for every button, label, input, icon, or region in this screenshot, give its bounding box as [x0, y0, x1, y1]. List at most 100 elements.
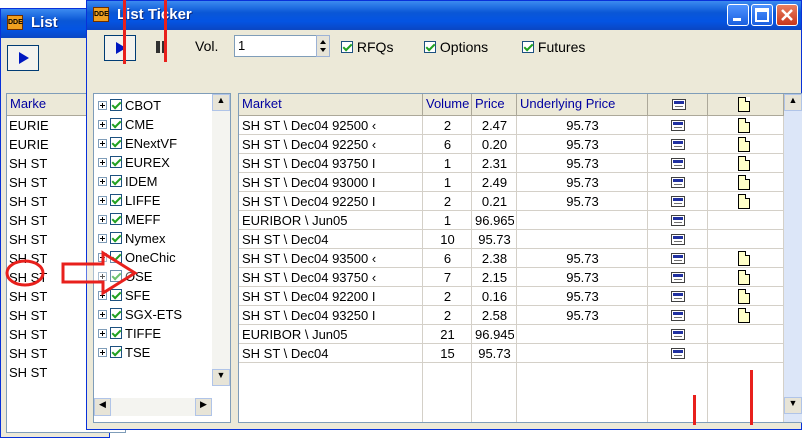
maximize-button[interactable]: [751, 4, 773, 26]
checkbox-checked[interactable]: [110, 327, 122, 339]
table-row[interactable]: SH ST \ Dec04 10 95.73: [239, 230, 784, 249]
tree-item[interactable]: CME: [98, 117, 154, 136]
table-row[interactable]: SH ST \ Dec04 93500 ‹ 6 2.38 95.73: [239, 249, 784, 268]
vol-spinner[interactable]: [316, 35, 330, 57]
checkbox-checked[interactable]: [424, 41, 436, 53]
market-card-icon[interactable]: [671, 310, 685, 321]
market-card-icon[interactable]: [671, 177, 685, 188]
pause-icon: [156, 41, 166, 53]
rfqs-label: RFQs: [356, 39, 394, 55]
checkbox-checked[interactable]: [110, 213, 122, 225]
tree-item[interactable]: EUREX: [98, 155, 170, 174]
checkbox-checked[interactable]: [341, 41, 353, 53]
play-button[interactable]: [104, 35, 136, 61]
document-icon[interactable]: [738, 156, 750, 171]
market-card-icon[interactable]: [671, 158, 685, 169]
checkbox-checked[interactable]: [110, 137, 122, 149]
futures-checkbox[interactable]: Futures: [522, 39, 585, 55]
table-row[interactable]: SH ST \ Dec04 93000 I 1 2.49 95.73: [239, 173, 784, 192]
market-card-icon[interactable]: [671, 215, 685, 226]
checkbox-checked[interactable]: [110, 346, 122, 358]
table-row[interactable]: SH ST \ Dec04 92250 I 2 0.21 95.73: [239, 192, 784, 211]
table-row[interactable]: SH ST \ Dec04 93250 I 2 2.58 95.73: [239, 306, 784, 325]
main-titlebar[interactable]: DDE List Ticker: [87, 1, 801, 30]
close-button[interactable]: [776, 4, 798, 26]
document-icon[interactable]: [738, 137, 750, 152]
market-card-icon[interactable]: [671, 120, 685, 131]
checkbox-checked[interactable]: [110, 118, 122, 130]
market-card-icon[interactable]: [671, 253, 685, 264]
column-header-market[interactable]: Market: [239, 94, 423, 116]
scroll-right-button[interactable]: ▶: [195, 398, 212, 416]
tree-item[interactable]: IDEM: [98, 174, 158, 193]
market-card-icon[interactable]: [671, 291, 685, 302]
checkbox-checked[interactable]: [110, 194, 122, 206]
column-header-price[interactable]: Price: [472, 94, 517, 116]
tree-item[interactable]: MEFF: [98, 212, 160, 231]
tree-item[interactable]: ENextVF: [98, 136, 177, 155]
market-card-icon[interactable]: [671, 348, 685, 359]
checkbox-checked[interactable]: [110, 156, 122, 168]
market-card-icon[interactable]: [671, 139, 685, 150]
checkbox-checked[interactable]: [110, 99, 122, 111]
tree-item[interactable]: TIFFE: [98, 326, 161, 345]
column-header-volume[interactable]: Volume: [423, 94, 472, 116]
expand-icon[interactable]: [98, 196, 107, 205]
document-icon[interactable]: [738, 289, 750, 304]
document-icon[interactable]: [738, 270, 750, 285]
scroll-up-button[interactable]: ▲: [784, 94, 802, 111]
pause-button[interactable]: [147, 35, 179, 61]
options-checkbox[interactable]: Options: [424, 39, 488, 55]
document-icon[interactable]: [738, 308, 750, 323]
checkbox-checked[interactable]: [110, 308, 122, 320]
checkbox-checked[interactable]: [522, 41, 534, 53]
table-row[interactable]: SH ST \ Dec04 92500 ‹ 2 2.47 95.73: [239, 116, 784, 135]
market-card-icon[interactable]: [671, 329, 685, 340]
market-card-icon[interactable]: [671, 272, 685, 283]
cell-volume: 21: [440, 327, 455, 342]
tree-horizontal-scrollbar[interactable]: ◀ ▶: [94, 398, 212, 416]
tree-item[interactable]: LIFFE: [98, 193, 160, 212]
rfqs-checkbox[interactable]: RFQs: [341, 39, 393, 55]
expand-icon[interactable]: [98, 348, 107, 357]
document-icon[interactable]: [738, 175, 750, 190]
grid-vertical-scrollbar[interactable]: ▲ ▼: [784, 94, 802, 422]
column-header-card[interactable]: [648, 94, 708, 116]
tree-item[interactable]: SGX-ETS: [98, 307, 182, 326]
expand-icon[interactable]: [98, 158, 107, 167]
expand-icon[interactable]: [98, 101, 107, 110]
expand-icon[interactable]: [98, 329, 107, 338]
expand-icon[interactable]: [98, 215, 107, 224]
scroll-left-button[interactable]: ◀: [94, 398, 111, 416]
tree-vertical-scrollbar[interactable]: ▲ ▼: [212, 94, 230, 386]
scroll-down-button[interactable]: ▼: [212, 369, 230, 386]
market-card-icon[interactable]: [671, 196, 685, 207]
document-icon[interactable]: [738, 251, 750, 266]
vol-input[interactable]: 1: [234, 35, 318, 57]
scroll-down-button[interactable]: ▼: [784, 397, 802, 414]
tree-item[interactable]: TSE: [98, 345, 150, 364]
expand-icon[interactable]: [98, 234, 107, 243]
tree-item[interactable]: CBOT: [98, 98, 161, 117]
expand-icon[interactable]: [98, 177, 107, 186]
minimize-button[interactable]: [727, 4, 749, 26]
table-row[interactable]: SH ST \ Dec04 92250 ‹ 6 0.20 95.73: [239, 135, 784, 154]
checkbox-checked[interactable]: [110, 175, 122, 187]
scroll-up-button[interactable]: ▲: [212, 94, 230, 111]
table-row[interactable]: EURIBOR \ Jun05 21 96.945: [239, 325, 784, 344]
column-header-doc[interactable]: [708, 94, 784, 116]
document-icon[interactable]: [738, 194, 750, 209]
table-row[interactable]: SH ST \ Dec04 15 95.73: [239, 344, 784, 363]
document-icon[interactable]: [738, 118, 750, 133]
checkbox-checked[interactable]: [110, 232, 122, 244]
expand-icon[interactable]: [98, 120, 107, 129]
table-row[interactable]: SH ST \ Dec04 93750 I 1 2.31 95.73: [239, 154, 784, 173]
market-card-icon[interactable]: [671, 234, 685, 245]
table-row[interactable]: SH ST \ Dec04 93750 ‹ 7 2.15 95.73: [239, 268, 784, 287]
column-header-underlying-price[interactable]: Underlying Price: [517, 94, 648, 116]
expand-icon[interactable]: [98, 139, 107, 148]
back-play-button[interactable]: [7, 45, 39, 71]
table-row[interactable]: SH ST \ Dec04 92200 I 2 0.16 95.73: [239, 287, 784, 306]
table-row[interactable]: EURIBOR \ Jun05 1 96.965: [239, 211, 784, 230]
expand-icon[interactable]: [98, 310, 107, 319]
